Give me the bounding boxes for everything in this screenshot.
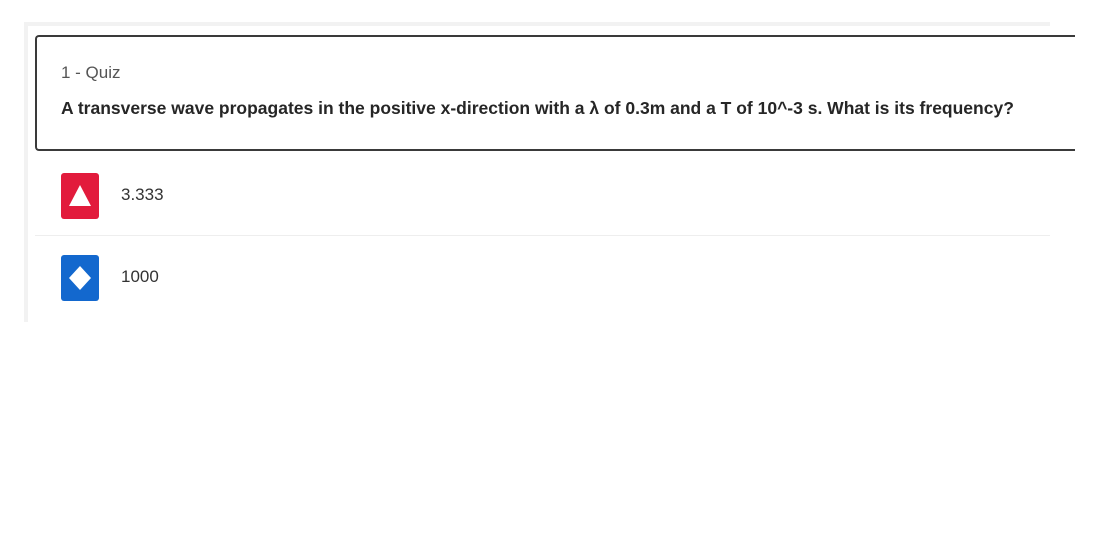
answer-badge-red	[61, 173, 99, 219]
quiz-label: 1 - Quiz	[61, 63, 121, 82]
diamond-icon	[69, 266, 91, 290]
answer-option-1[interactable]: 3.333	[35, 156, 1050, 236]
answer-text: 3.333	[121, 185, 164, 204]
question-text: A transverse wave propagates in the posi…	[61, 98, 1014, 118]
answer-option-2[interactable]: 1000	[35, 238, 1050, 318]
question-card: 1 - Quiz A transverse wave propagates in…	[35, 35, 1075, 151]
answer-badge-blue	[61, 255, 99, 301]
triangle-icon	[69, 185, 91, 206]
answer-text: 1000	[121, 267, 159, 286]
